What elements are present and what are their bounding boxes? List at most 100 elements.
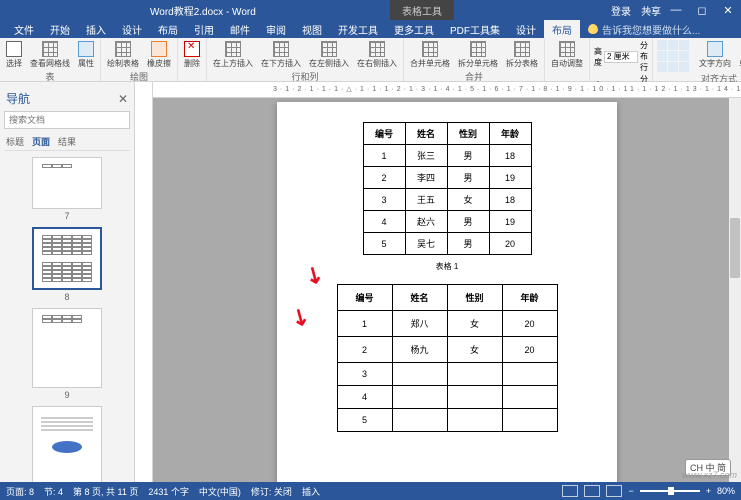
- print-layout-button[interactable]: [584, 485, 600, 497]
- table-header-cell[interactable]: 性别: [447, 123, 489, 145]
- page-thumb-8[interactable]: [32, 227, 102, 290]
- table-row[interactable]: 3王五女18: [363, 189, 531, 211]
- table-cell[interactable]: 1: [363, 145, 405, 167]
- ribbon-tab-13[interactable]: 布局: [544, 20, 580, 38]
- align-tc-button[interactable]: [668, 40, 678, 50]
- zoom-out-button[interactable]: −: [628, 486, 633, 496]
- scrollbar-thumb[interactable]: [730, 218, 740, 278]
- table-header-cell[interactable]: 姓名: [392, 285, 447, 311]
- ribbon-tab-5[interactable]: 引用: [186, 20, 222, 38]
- nav-tab-headings[interactable]: 标题: [6, 135, 24, 148]
- table-row[interactable]: 4赵六男19: [363, 211, 531, 233]
- table-cell[interactable]: 19: [489, 167, 531, 189]
- table-cell[interactable]: 吴七: [405, 233, 447, 255]
- web-layout-button[interactable]: [606, 485, 622, 497]
- table-cell[interactable]: [447, 409, 502, 432]
- page-thumb-9[interactable]: [32, 308, 102, 388]
- table-cell[interactable]: [392, 409, 447, 432]
- maximize-button[interactable]: ◻: [689, 0, 715, 20]
- ribbon-options-icon[interactable]: ⋯: [637, 0, 663, 20]
- split-cells-button[interactable]: 拆分单元格: [456, 40, 500, 70]
- table-row[interactable]: 3: [337, 363, 557, 386]
- row-height-input[interactable]: [604, 51, 638, 63]
- table-cell[interactable]: 男: [447, 167, 489, 189]
- table-cell[interactable]: 郑八: [392, 311, 447, 337]
- status-section[interactable]: 节: 4: [44, 485, 63, 498]
- table-row[interactable]: 1张三男18: [363, 145, 531, 167]
- insert-left-button[interactable]: 在左侧插入: [307, 40, 351, 70]
- document-page[interactable]: 编号姓名性别年龄1张三男182李四男193王五女184赵六男195吴七男20 表…: [277, 102, 617, 482]
- status-page[interactable]: 页面: 8: [6, 485, 34, 498]
- page-thumb-7[interactable]: [32, 157, 102, 209]
- insert-right-button[interactable]: 在右侧插入: [355, 40, 399, 70]
- status-word-count[interactable]: 2431 个字: [148, 485, 189, 498]
- table-cell[interactable]: [392, 386, 447, 409]
- table-header-cell[interactable]: 年龄: [489, 123, 531, 145]
- zoom-slider[interactable]: [640, 490, 700, 492]
- ribbon-tab-7[interactable]: 审阅: [258, 20, 294, 38]
- table-cell[interactable]: [392, 363, 447, 386]
- align-ml-button[interactable]: [657, 51, 667, 61]
- table-cell[interactable]: 张三: [405, 145, 447, 167]
- text-direction-button[interactable]: 文字方向: [697, 40, 733, 70]
- ribbon-tab-1[interactable]: 开始: [42, 20, 78, 38]
- align-tr-button[interactable]: [679, 40, 689, 50]
- table-cell[interactable]: 李四: [405, 167, 447, 189]
- table-header-cell[interactable]: 编号: [337, 285, 392, 311]
- ribbon-tab-2[interactable]: 插入: [78, 20, 114, 38]
- cell-margins-button[interactable]: 单元格边距: [737, 40, 741, 70]
- table-cell[interactable]: [447, 386, 502, 409]
- document-area[interactable]: 3·1·2·1·1·1·△·1·1·1·2·1·3·1·4·1·5·1·6·1·…: [153, 82, 741, 490]
- align-tl-button[interactable]: [657, 40, 667, 50]
- nav-tab-pages[interactable]: 页面: [32, 135, 50, 148]
- draw-table-button[interactable]: 绘制表格: [105, 40, 141, 70]
- view-gridlines-button[interactable]: 查看网格线: [28, 40, 72, 70]
- align-bc-button[interactable]: [668, 62, 678, 72]
- delete-button[interactable]: 删除: [182, 40, 202, 70]
- ribbon-tab-8[interactable]: 视图: [294, 20, 330, 38]
- ribbon-tab-10[interactable]: 更多工具: [386, 20, 442, 38]
- status-page-of[interactable]: 第 8 页, 共 11 页: [73, 485, 138, 498]
- minimize-button[interactable]: —: [663, 0, 689, 20]
- read-mode-button[interactable]: [562, 485, 578, 497]
- autofit-button[interactable]: 自动调整: [549, 40, 585, 70]
- table-cell[interactable]: 18: [489, 189, 531, 211]
- table-cell[interactable]: 1: [337, 311, 392, 337]
- nav-tab-results[interactable]: 结果: [58, 135, 76, 148]
- ribbon-tab-6[interactable]: 邮件: [222, 20, 258, 38]
- table-cell[interactable]: 男: [447, 211, 489, 233]
- table-cell[interactable]: 20: [489, 233, 531, 255]
- align-br-button[interactable]: [679, 62, 689, 72]
- zoom-in-button[interactable]: +: [706, 486, 711, 496]
- table-row[interactable]: 4: [337, 386, 557, 409]
- status-language[interactable]: 中文(中国): [199, 485, 241, 498]
- ribbon-tab-11[interactable]: PDF工具集: [442, 20, 508, 38]
- table-cell[interactable]: 杨九: [392, 337, 447, 363]
- table-row[interactable]: 2李四男19: [363, 167, 531, 189]
- table-header-cell[interactable]: 编号: [363, 123, 405, 145]
- table-header-cell[interactable]: 年龄: [502, 285, 557, 311]
- table-cell[interactable]: 4: [363, 211, 405, 233]
- table-cell[interactable]: 男: [447, 145, 489, 167]
- table-cell[interactable]: 女: [447, 311, 502, 337]
- table-cell[interactable]: 19: [489, 211, 531, 233]
- insert-above-button[interactable]: 在上方插入: [211, 40, 255, 70]
- ribbon-tab-12[interactable]: 设计: [508, 20, 544, 38]
- nav-search-input[interactable]: [4, 111, 130, 129]
- login-link[interactable]: 登录: [611, 3, 631, 18]
- table-cell[interactable]: [502, 386, 557, 409]
- properties-button[interactable]: 属性: [76, 40, 96, 70]
- table-row[interactable]: 2杨九女20: [337, 337, 557, 363]
- table-cell[interactable]: 赵六: [405, 211, 447, 233]
- table-cell[interactable]: [502, 409, 557, 432]
- distribute-rows-button[interactable]: 分布行: [640, 40, 648, 73]
- table-cell[interactable]: 王五: [405, 189, 447, 211]
- zoom-level[interactable]: 80%: [717, 486, 735, 496]
- ribbon-tab-3[interactable]: 设计: [114, 20, 150, 38]
- table-row[interactable]: 5: [337, 409, 557, 432]
- table-cell[interactable]: 2: [363, 167, 405, 189]
- table-row[interactable]: 1郑八女20: [337, 311, 557, 337]
- table-cell[interactable]: 20: [502, 337, 557, 363]
- table-cell[interactable]: 4: [337, 386, 392, 409]
- doc-table-2[interactable]: 编号姓名性别年龄1郑八女202杨九女20345: [337, 284, 558, 432]
